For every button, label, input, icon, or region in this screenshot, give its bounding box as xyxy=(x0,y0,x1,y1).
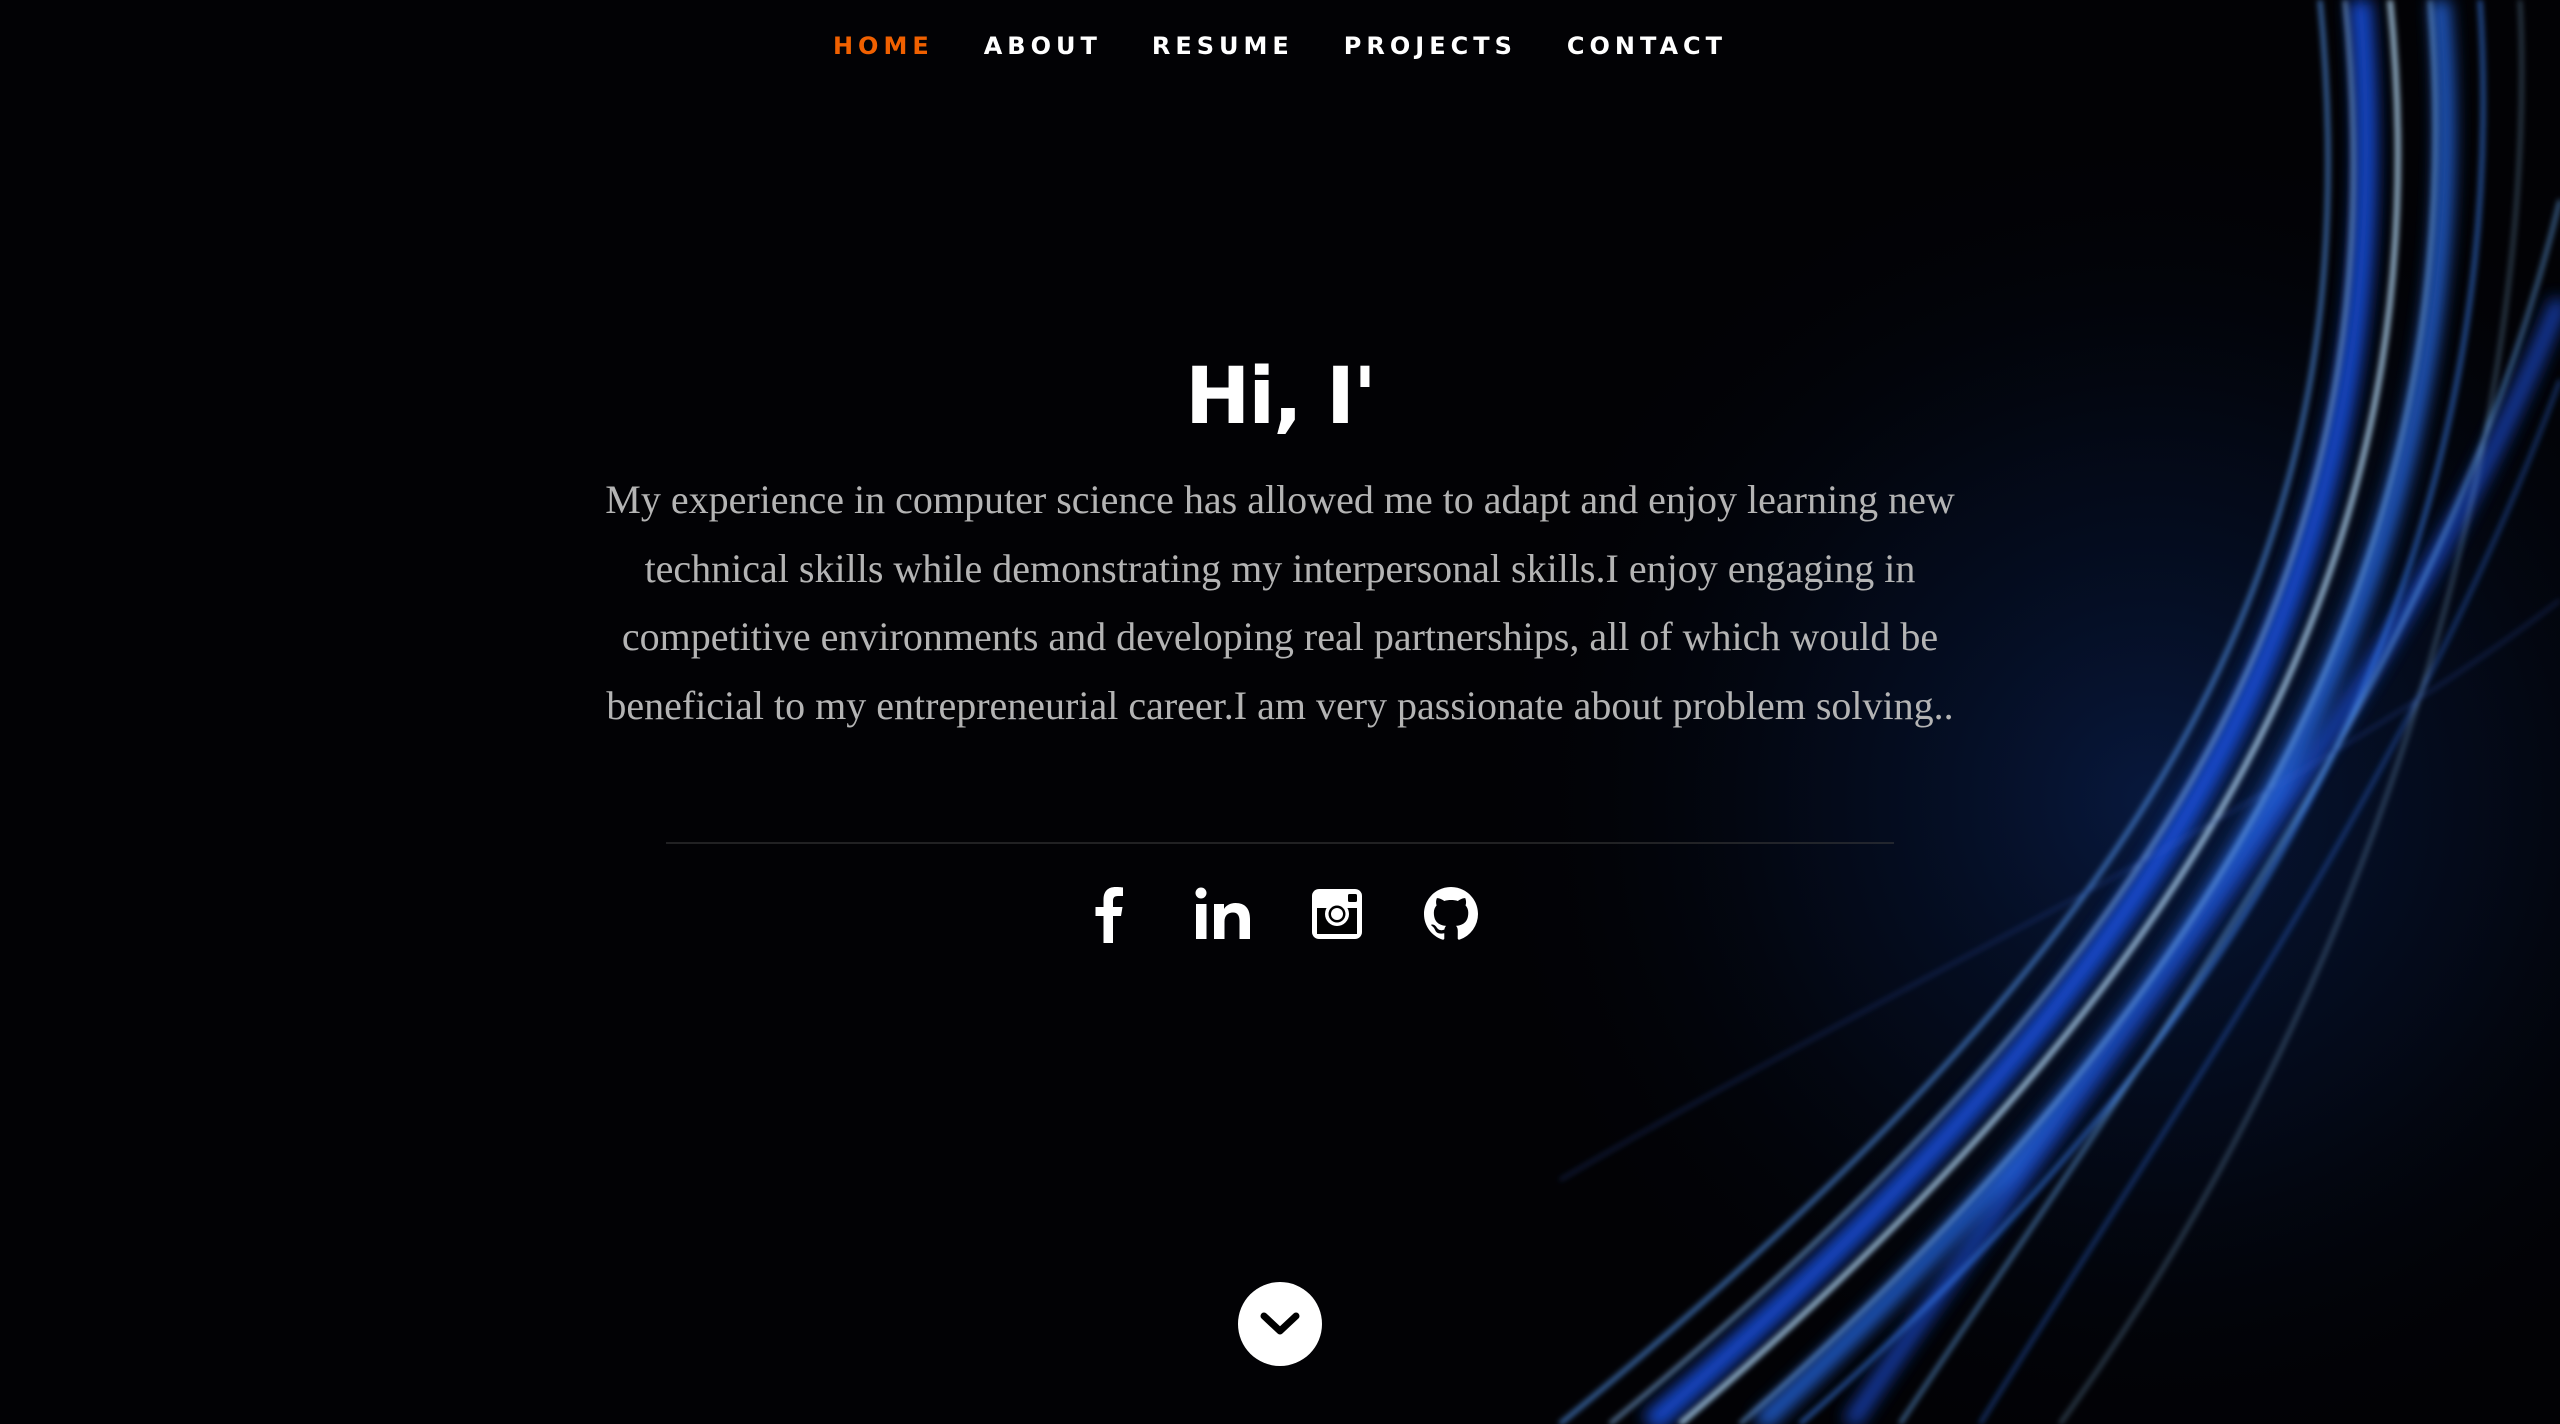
instagram-icon xyxy=(1312,889,1362,939)
facebook-icon xyxy=(1095,887,1123,943)
nav-about-link[interactable]: ABOUT xyxy=(984,32,1102,60)
chevron-down-icon xyxy=(1260,1312,1300,1335)
linkedin-link[interactable] xyxy=(1193,884,1253,944)
facebook-link[interactable] xyxy=(1079,884,1139,944)
linkedin-icon xyxy=(1195,887,1250,939)
nav-home-link[interactable]: HOME xyxy=(833,32,934,60)
nav-resume-link[interactable]: RESUME xyxy=(1152,32,1294,60)
github-icon xyxy=(1424,887,1478,940)
nav-projects-link[interactable]: PROJECTS xyxy=(1344,32,1517,60)
divider xyxy=(666,842,1894,844)
github-link[interactable] xyxy=(1421,884,1481,944)
instagram-link[interactable] xyxy=(1307,884,1367,944)
main-nav: HOME ABOUT RESUME PROJECTS CONTACT xyxy=(0,0,2560,92)
page: HOME ABOUT RESUME PROJECTS CONTACT Hi, I… xyxy=(0,0,2560,1424)
nav-contact-link[interactable]: CONTACT xyxy=(1567,32,1727,60)
social-links xyxy=(0,884,2560,944)
hero-description: My experience in computer science has al… xyxy=(605,477,1955,728)
hero-title: Hi, I' xyxy=(1185,352,1377,442)
scroll-down-button[interactable] xyxy=(1238,1282,1322,1366)
